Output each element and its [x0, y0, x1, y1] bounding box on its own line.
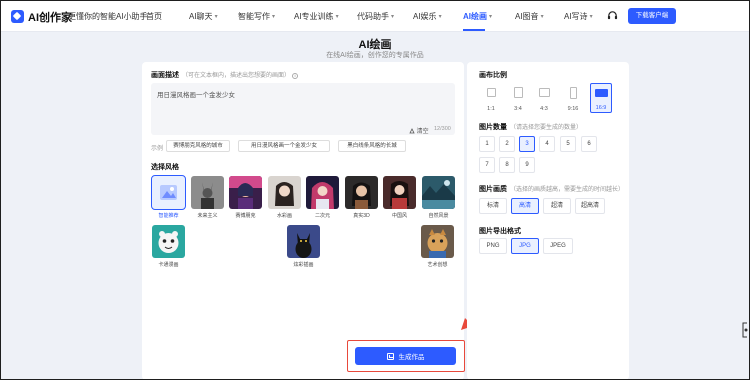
count-option-5[interactable]: 5	[560, 136, 576, 152]
logo-text: AI创作家	[28, 11, 72, 24]
chevron-down-icon: ▾	[335, 14, 339, 20]
count-option-1[interactable]: 1	[479, 136, 495, 152]
nav-active-indicator	[463, 29, 485, 31]
style-thumbnail	[151, 175, 186, 210]
format-option-jpg[interactable]: JPG	[511, 238, 539, 254]
ratio-shape-icon	[486, 88, 496, 97]
style-option-smart[interactable]: 智能推荐	[151, 175, 186, 219]
chevron-down-icon: ▾	[438, 14, 442, 20]
generate-button[interactable]: 生成作品	[355, 347, 456, 365]
style-option-real-3d[interactable]: 真实3D	[345, 176, 378, 219]
example-chip[interactable]: 用日漫风格画一个金发少女	[238, 140, 330, 152]
side-feedback-icon[interactable]	[741, 321, 749, 339]
style-thumbnail	[287, 225, 320, 258]
style-thumbnail	[229, 176, 262, 209]
nav-item-ai-painting[interactable]: AI绘画 ▾	[463, 11, 492, 22]
chevron-down-icon: ▾	[489, 14, 493, 20]
style-thumbnail	[152, 225, 185, 258]
count-option-8[interactable]: 8	[499, 157, 515, 173]
nav-item-ai-entertainment[interactable]: AI娱乐 ▾	[413, 11, 442, 22]
clear-button[interactable]: 清空	[409, 126, 429, 135]
ratio-option-1-1[interactable]: 1:1	[481, 85, 501, 113]
nav-item-home[interactable]: 首页	[146, 11, 162, 22]
style-option-futurism[interactable]: 未来主义	[191, 176, 224, 219]
quality-title: 图片画质 （选择的画质越高，需要生成的时间越长）	[479, 186, 625, 193]
ratio-option-9-16[interactable]: 9:16	[563, 85, 583, 113]
generate-highlight-frame: 生成作品	[347, 340, 465, 372]
nav-item-code-assistant[interactable]: 代码助手 ▾	[357, 11, 394, 22]
broom-icon	[409, 128, 415, 134]
style-option-watercolor[interactable]: 水彩画	[268, 176, 301, 219]
chevron-down-icon: ▾	[391, 14, 395, 20]
download-client-button[interactable]: 下载客户端	[628, 8, 676, 24]
ratio-option-4-3[interactable]: 4:3	[534, 85, 554, 113]
quality-option-ultra-uhd[interactable]: 超高清	[575, 198, 605, 214]
style-option-landscape[interactable]: 自然风景	[422, 176, 455, 219]
info-icon[interactable]: i	[292, 73, 299, 79]
nav-item-ai-audio[interactable]: AI图音 ▾	[515, 11, 544, 22]
count-option-7[interactable]: 7	[479, 157, 495, 173]
style-thumbnail	[345, 176, 378, 209]
nav-item-ai-chat[interactable]: AI聊天 ▾	[189, 11, 218, 22]
style-thumbnail	[268, 176, 301, 209]
app-frame: AI创作家 更懂你的智能AI小助手 首页 AI聊天 ▾ 智能写作 ▾ AI专业训练 ▾…	[1, 1, 749, 379]
quality-option-hd[interactable]: 高清	[511, 198, 539, 214]
count-title: 图片数量 （请选择您要生成的数量）	[479, 124, 583, 131]
style-title: 选择风格	[151, 164, 179, 171]
ratio-title: 画布比例	[479, 72, 507, 79]
settings-panel: 画布比例 1:1 3:4 4:3 9:16 16:9 图片数量 （请选择您要生成的…	[467, 62, 629, 379]
format-title: 图片导出格式	[479, 228, 521, 235]
logo[interactable]: AI创作家	[11, 9, 72, 24]
ratio-option-16-9[interactable]: 16:9	[590, 83, 612, 113]
count-option-3[interactable]: 3	[519, 136, 535, 152]
style-option-cyberpunk[interactable]: 赛博朋克	[229, 176, 262, 219]
ratio-shape-icon	[513, 87, 523, 98]
nav-item-smart-writing[interactable]: 智能写作 ▾	[238, 11, 275, 22]
image-icon	[386, 352, 394, 360]
headset-icon[interactable]	[607, 10, 618, 21]
logo-icon	[11, 10, 24, 23]
format-option-jpeg[interactable]: JPEG	[543, 238, 573, 254]
chevron-down-icon: ▾	[589, 14, 593, 20]
ratio-option-3-4[interactable]: 3:4	[508, 85, 528, 113]
count-option-2[interactable]: 2	[499, 136, 515, 152]
example-label: 示例	[151, 146, 164, 152]
format-option-png[interactable]: PNG	[479, 238, 507, 254]
count-option-9[interactable]: 9	[519, 157, 535, 173]
quality-option-uhd[interactable]: 超清	[543, 198, 571, 214]
style-option-anime[interactable]: 二次元	[306, 176, 339, 219]
ratio-shape-icon	[594, 89, 608, 97]
char-counter: 12/300	[434, 126, 451, 132]
quality-option-sd[interactable]: 标清	[479, 198, 507, 214]
style-option-chinese[interactable]: 中国风	[383, 176, 416, 219]
style-thumbnail	[422, 176, 455, 209]
main-panel: 画面描述 （可在文本框内，描述出您想要的画面） i 用日漫风格画一个金发少女 清空 …	[142, 62, 464, 379]
style-thumbnail	[306, 176, 339, 209]
description-textarea[interactable]: 用日漫风格画一个金发少女 清空 12/300	[151, 83, 455, 135]
example-chip[interactable]: 黑白线条风格的长城	[338, 140, 406, 152]
chevron-down-icon: ▾	[540, 14, 544, 20]
nav-item-ai-poem[interactable]: AI写诗 ▾	[564, 11, 593, 22]
style-thumbnail	[421, 225, 454, 258]
style-option-cartoon[interactable]: 卡通漫画	[152, 225, 185, 268]
slogan: 更懂你的智能AI小助手	[68, 12, 148, 21]
style-option-art-creative[interactable]: 艺术创想	[421, 225, 454, 268]
style-thumbnail	[383, 176, 416, 209]
style-option-colorful[interactable]: 炫彩插画	[287, 225, 320, 268]
ratio-shape-icon	[538, 88, 550, 97]
count-option-4[interactable]: 4	[539, 136, 555, 152]
chevron-down-icon: ▾	[272, 14, 276, 20]
style-thumbnail	[191, 176, 224, 209]
top-nav-bar: AI创作家 更懂你的智能AI小助手 首页 AI聊天 ▾ 智能写作 ▾ AI专业训练 ▾…	[1, 1, 749, 32]
nav-item-ai-training[interactable]: AI专业训练 ▾	[294, 11, 339, 22]
description-title: 画面描述 （可在文本框内，描述出您想要的画面） i	[151, 70, 299, 80]
ratio-shape-icon	[569, 87, 577, 99]
chevron-down-icon: ▾	[214, 14, 218, 20]
page-subtitle: 在线AI绘画，创作您的专属作品	[326, 52, 424, 59]
count-option-6[interactable]: 6	[581, 136, 597, 152]
example-chip[interactable]: 赛博朋克风格的城市	[166, 140, 230, 152]
description-value: 用日漫风格画一个金发少女	[157, 92, 235, 99]
